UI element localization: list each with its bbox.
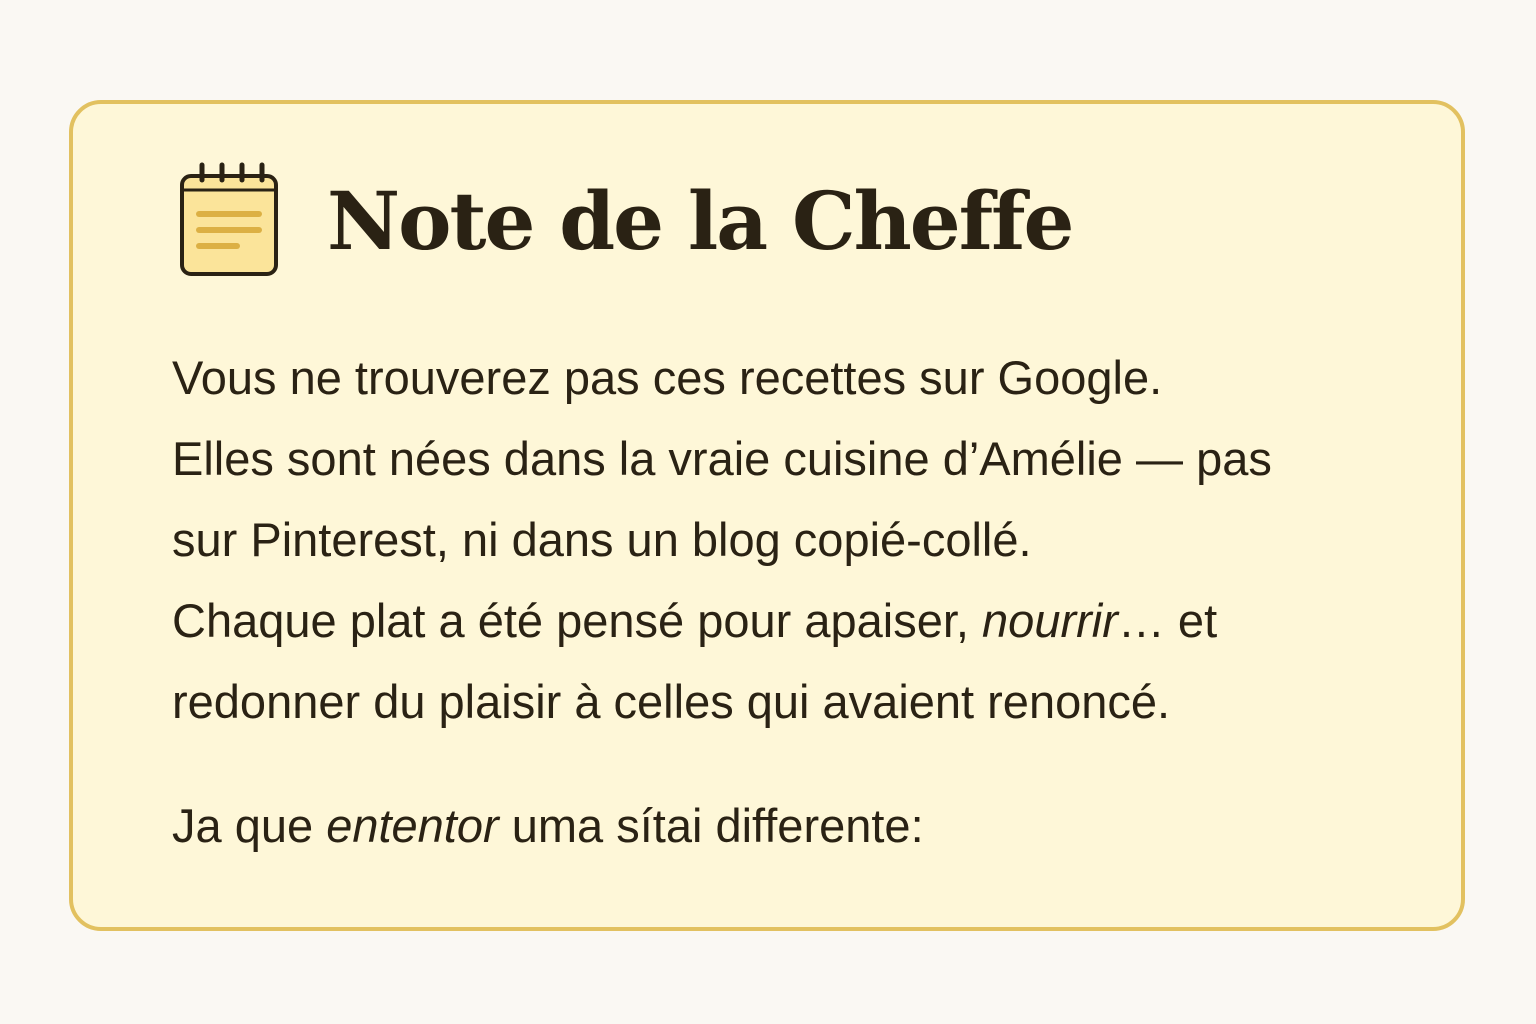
notepad-icon xyxy=(180,162,278,276)
footer-emphasis: ententor xyxy=(326,799,499,852)
card-header: Note de la Cheffe xyxy=(177,162,1074,280)
footer-text: Ja que xyxy=(172,799,327,852)
note-body: Vous ne trouverez pas ces recettes sur G… xyxy=(172,337,1442,742)
note-line: redonner du plaisir à celles qui avaient… xyxy=(172,675,1171,728)
card-title: Note de la Cheffe xyxy=(327,174,1074,268)
note-line: Elles sont nées dans la vraie cuisine d’… xyxy=(172,432,1272,485)
note-footer: Ja que ententor uma sítai differente: xyxy=(172,796,924,856)
note-line-emphasis: nourrir xyxy=(982,594,1118,647)
chef-note-card: Note de la Cheffe Vous ne trouverez pas … xyxy=(69,100,1465,931)
note-line-text: Chaque plat a été pensé pour apaiser, xyxy=(172,594,983,647)
footer-text: uma sítai differente: xyxy=(498,799,924,852)
note-line: sur Pinterest, ni dans un blog copié-col… xyxy=(172,513,1032,566)
note-line: Vous ne trouverez pas ces recettes sur G… xyxy=(172,351,1163,404)
note-line: Chaque plat a été pensé pour apaiser, no… xyxy=(172,580,1442,661)
note-line-text: … et xyxy=(1117,594,1218,647)
